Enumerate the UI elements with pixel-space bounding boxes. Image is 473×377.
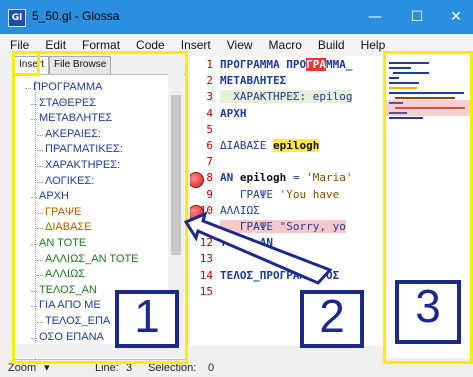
annotation-number-3: 3: [395, 280, 461, 344]
annotation-number-1: 1: [115, 290, 179, 348]
annotation-number-2: 2: [300, 290, 364, 348]
annotation-arrow-shape: [183, 211, 333, 285]
